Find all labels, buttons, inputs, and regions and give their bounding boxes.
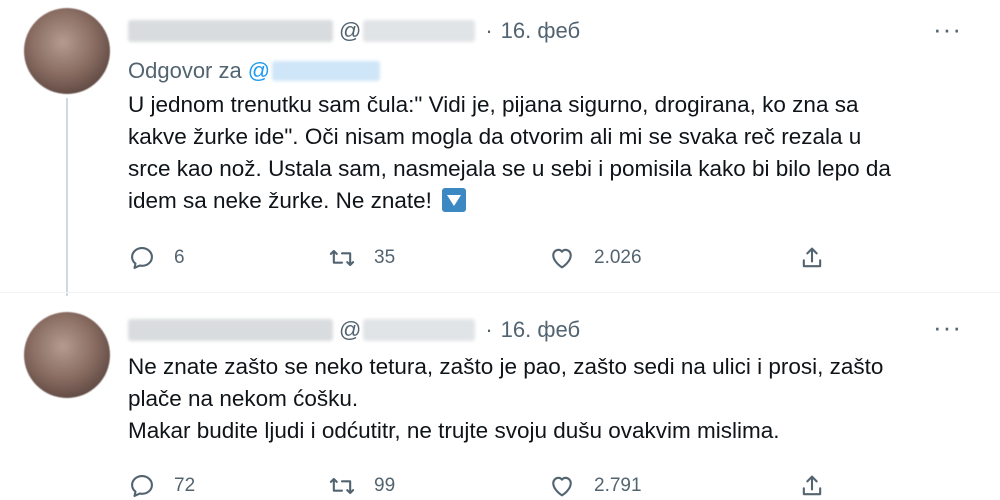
retweet-icon [329,249,355,267]
thread-connector-line [66,98,68,296]
like-count: 2.026 [594,247,642,268]
share-icon [802,247,822,268]
retweet-button[interactable]: 99 [328,470,395,500]
separator-dot: · [485,317,493,342]
like-button[interactable]: 2.026 [548,242,642,274]
tweet-text-content: U jednom trenutku sam čula:" Vidi je, pi… [128,92,891,213]
tweet-header: @ · 16. феб [128,315,580,345]
reply-button[interactable]: 72 [128,470,195,500]
like-icon [552,476,572,497]
tweet-actions: 6 35 2.026 [128,242,848,274]
retweet-count: 99 [374,475,396,496]
reply-mention-handle[interactable] [272,61,381,81]
tweet-date[interactable]: 16. феб [501,317,580,343]
like-count: 2.791 [594,475,642,496]
display-name[interactable] [128,319,333,341]
reply-icon [131,247,153,269]
handle[interactable] [363,319,476,341]
avatar[interactable] [24,312,110,398]
tweet-text: U jednom trenutku sam čula:" Vidi je, pi… [128,89,978,217]
like-button[interactable]: 2.791 [548,470,642,500]
handle[interactable] [363,20,476,42]
reply-icon [131,475,153,497]
like-icon [552,248,572,269]
more-options-icon[interactable]: ··· [933,16,962,42]
share-icon [802,475,822,496]
tweet-actions: 72 99 2.791 [128,470,848,500]
reply-label: Odgovor za [128,58,242,83]
reply-count: 6 [174,247,185,268]
avatar[interactable] [24,8,110,94]
reply-mention-at[interactable]: @ [248,58,270,84]
display-name[interactable] [128,20,333,42]
retweet-button[interactable]: 35 [328,242,395,274]
reply-button[interactable]: 6 [128,242,185,274]
handle-at[interactable]: @ [339,317,361,343]
share-button[interactable] [798,470,826,500]
share-button[interactable] [798,242,826,274]
handle-at[interactable]: @ [339,18,361,44]
tweet[interactable]: @ · 16. феб ··· Odgovor za @ U jednom tr… [0,0,1000,292]
tweet-text: Ne znate zašto se neko tetura, zašto je … [128,354,884,443]
retweet-icon [329,477,355,495]
tweet-date[interactable]: 16. феб [501,18,580,44]
reply-count: 72 [174,475,196,496]
more-options-icon[interactable]: ··· [933,314,962,340]
reply-context: Odgovor za @ [128,58,381,84]
tweet-header: @ · 16. феб [128,16,580,46]
retweet-count: 35 [374,247,396,268]
arrow-down-emoji-icon [442,188,467,212]
separator-dot: · [485,18,493,43]
